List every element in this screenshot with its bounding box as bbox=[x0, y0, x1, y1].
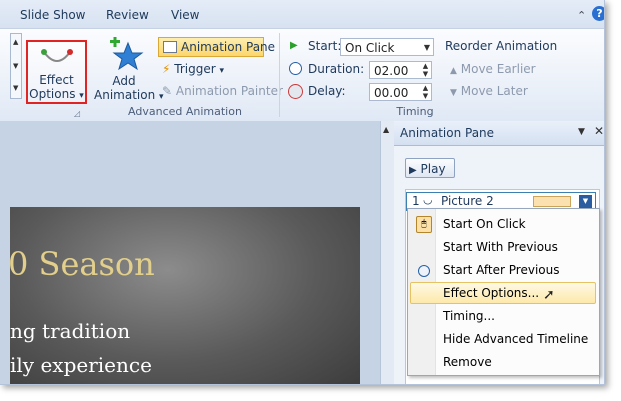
effect-path-icon bbox=[41, 49, 73, 62]
start-value: On Click bbox=[345, 41, 395, 55]
menu-item-label: Start After Previous bbox=[443, 263, 560, 277]
trigger-button[interactable]: ⚡ Trigger ▾ bbox=[162, 62, 224, 76]
animation-pane-title: Animation Pane bbox=[400, 126, 495, 140]
help-icon[interactable]: ? bbox=[592, 6, 604, 21]
dialog-launcher-icon[interactable]: ◿ bbox=[74, 109, 80, 118]
minimize-ribbon-icon[interactable]: ⌃ bbox=[577, 9, 586, 22]
clock-icon bbox=[418, 265, 430, 277]
mouse-cursor-icon: ➚ bbox=[543, 287, 555, 303]
delay-value: 00.00 bbox=[374, 86, 409, 100]
effect-options-label-text: Options bbox=[29, 87, 76, 101]
duration-label: Duration: bbox=[308, 62, 365, 76]
menu-item-label: Remove bbox=[443, 355, 492, 369]
trigger-icon: ⚡ bbox=[162, 62, 171, 76]
triangle-down-icon: ▼ bbox=[450, 88, 457, 98]
start-dropdown[interactable]: On Click ▼ bbox=[340, 38, 434, 56]
item-dropdown-icon[interactable]: ▼ bbox=[579, 195, 592, 208]
animation-painter-label: Animation Painter bbox=[175, 84, 283, 98]
effect-options-label-1: Effect bbox=[39, 73, 74, 87]
clock-icon bbox=[289, 62, 302, 75]
play-triangle-icon: ▶ bbox=[290, 40, 298, 51]
menu-item-label: Start With Previous bbox=[443, 240, 558, 254]
tab-review[interactable]: Review bbox=[106, 8, 149, 22]
duration-value: 02.00 bbox=[374, 64, 409, 78]
delay-label: Delay: bbox=[308, 84, 346, 98]
scroll-up-icon[interactable]: ▲ bbox=[383, 125, 389, 134]
spin-arrows-icon[interactable]: ▲ ▼ bbox=[420, 62, 431, 78]
chevron-down-icon[interactable]: ▼ bbox=[424, 39, 430, 57]
animation-pane-icon bbox=[163, 41, 177, 53]
add-animation-label-1: Add bbox=[112, 74, 136, 88]
animation-context-menu: 🖱 Start On Click Start With Previous Sta… bbox=[407, 208, 600, 376]
delay-clock-icon bbox=[288, 84, 303, 99]
move-later-button[interactable]: ▼ Move Later bbox=[450, 84, 528, 98]
menu-item-effect-options[interactable]: Effect Options... ➚ bbox=[410, 282, 596, 304]
gallery-up-icon[interactable]: ▲ bbox=[13, 38, 18, 46]
menu-item-label: Start On Click bbox=[443, 217, 526, 231]
trigger-label: Trigger bbox=[174, 62, 216, 76]
animation-gallery-scroller[interactable]: ▲ ▼ ▼ bbox=[10, 33, 22, 99]
reorder-animation-title: Reorder Animation bbox=[445, 39, 558, 53]
add-animation-button[interactable]: Add Animation ▾ bbox=[94, 37, 164, 105]
tab-view[interactable]: View bbox=[171, 8, 199, 22]
add-animation-star-icon bbox=[110, 37, 144, 71]
menu-item-remove[interactable]: Remove bbox=[410, 351, 596, 373]
spin-arrows-icon[interactable]: ▲ ▼ bbox=[420, 84, 431, 100]
menu-item-timing[interactable]: Timing... bbox=[410, 305, 596, 327]
menu-item-start-on-click[interactable]: 🖱 Start On Click bbox=[410, 213, 596, 235]
ribbon-tab-bar: Slide Show Review View ⌃ ? bbox=[0, 0, 604, 28]
timing-bar bbox=[533, 196, 571, 207]
duration-spinner[interactable]: 02.00 ▲ ▼ bbox=[369, 61, 432, 79]
timing-group-label: Timing bbox=[396, 105, 434, 118]
slide-editing-area: 0 Season ng tradition ily experience bbox=[0, 121, 381, 384]
play-label: Play bbox=[420, 162, 446, 176]
effect-path-icon: ◡ bbox=[423, 193, 433, 206]
move-earlier-button[interactable]: ▲ Move Earlier bbox=[450, 62, 536, 76]
delay-spinner[interactable]: 00.00 ▲ ▼ bbox=[369, 83, 432, 101]
pane-options-icon[interactable]: ▼ bbox=[578, 127, 585, 137]
menu-item-label: Hide Advanced Timeline bbox=[443, 332, 589, 346]
slide-title: 0 Season bbox=[8, 245, 155, 283]
animation-painter-button[interactable]: ✎ Animation Painter bbox=[162, 84, 283, 98]
animations-ribbon: ▲ ▼ ▼ Effect Options ▾ ◿ Add Animation ▾… bbox=[0, 28, 604, 122]
effect-options-label-2: Options ▾ bbox=[28, 87, 85, 101]
chevron-down-icon: ▾ bbox=[219, 66, 225, 76]
play-button[interactable]: ▶ Play bbox=[405, 158, 455, 178]
effect-options-button[interactable]: Effect Options ▾ bbox=[26, 40, 87, 104]
play-icon: ▶ bbox=[409, 165, 417, 176]
move-later-label: Move Later bbox=[460, 84, 528, 98]
advanced-animation-group-label: Advanced Animation bbox=[128, 105, 242, 118]
paintbrush-icon: ✎ bbox=[162, 84, 173, 98]
menu-item-label: Timing... bbox=[443, 309, 495, 323]
animation-pane-button[interactable]: Animation Pane bbox=[158, 37, 275, 57]
menu-item-hide-advanced-timeline[interactable]: Hide Advanced Timeline bbox=[410, 328, 596, 350]
ribbon-separator bbox=[279, 33, 280, 117]
add-animation-label-2: Animation ▾ bbox=[94, 88, 164, 102]
slide-scrollbar[interactable]: ▲ bbox=[380, 121, 394, 384]
powerpoint-window: Slide Show Review View ⌃ ? ▲ ▼ ▼ Effect … bbox=[0, 0, 605, 385]
slide-canvas[interactable]: 0 Season ng tradition ily experience bbox=[8, 207, 360, 384]
move-earlier-label: Move Earlier bbox=[460, 62, 536, 76]
start-label: Start: bbox=[308, 39, 342, 53]
menu-item-start-with-previous[interactable]: Start With Previous bbox=[410, 236, 596, 258]
menu-item-label: Effect Options... bbox=[443, 286, 540, 300]
tab-slide-show[interactable]: Slide Show bbox=[20, 8, 85, 22]
chevron-down-icon: ▾ bbox=[79, 91, 84, 101]
slide-body-line-1: ng tradition bbox=[10, 319, 131, 343]
mouse-click-icon: 🖱 bbox=[416, 216, 432, 233]
triangle-up-icon: ▲ bbox=[450, 66, 457, 76]
animation-pane-label: Animation Pane bbox=[181, 40, 276, 54]
animation-pane-header: Animation Pane ▼ ✕ bbox=[394, 121, 604, 146]
gallery-down-icon[interactable]: ▼ bbox=[13, 62, 18, 70]
close-icon[interactable]: ✕ bbox=[594, 124, 604, 138]
gallery-more-icon[interactable]: ▼ bbox=[13, 84, 18, 92]
slide-body-line-2: ily experience bbox=[10, 353, 152, 377]
menu-item-start-after-previous[interactable]: Start After Previous bbox=[410, 259, 596, 281]
animation-item-name: Picture 2 bbox=[441, 194, 494, 208]
animation-item-number: 1 bbox=[412, 194, 420, 208]
add-animation-label-text: Animation bbox=[94, 88, 156, 102]
